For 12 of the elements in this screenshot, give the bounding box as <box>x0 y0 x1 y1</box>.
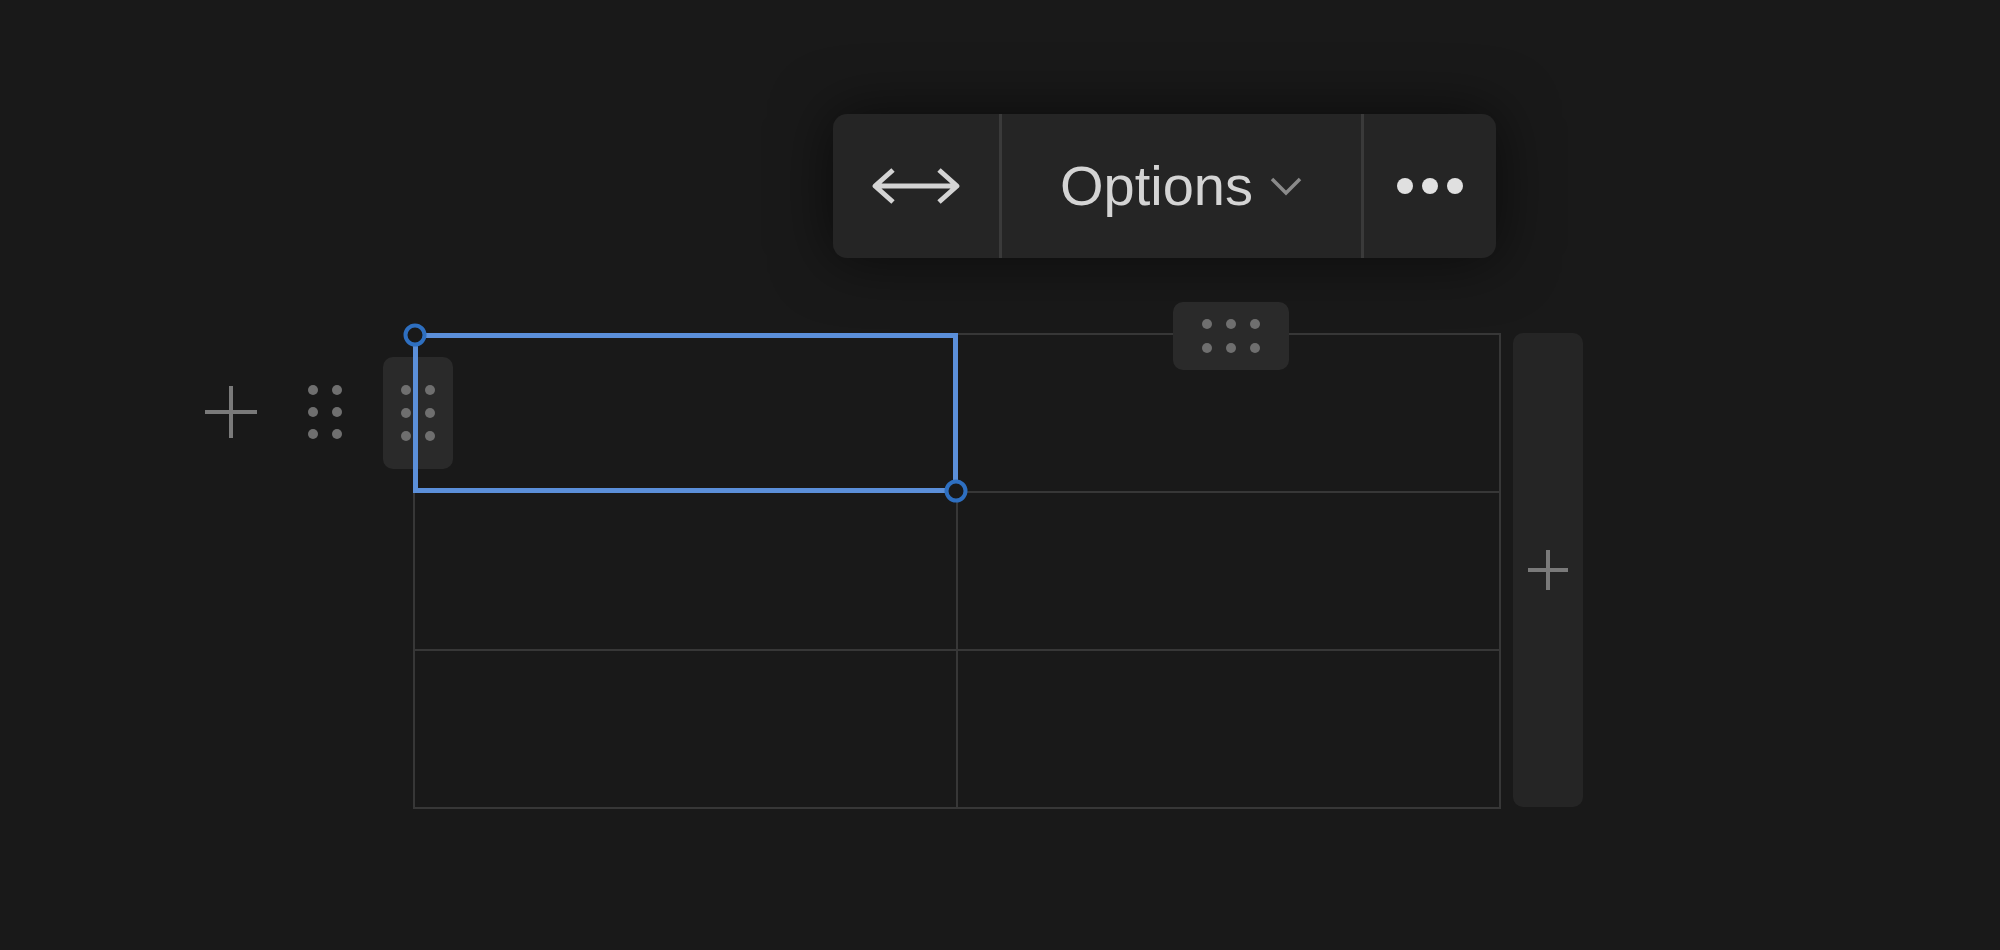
selection-handle-icon[interactable] <box>944 479 968 503</box>
chevron-down-icon <box>1269 176 1303 196</box>
drag-handle-icon[interactable] <box>305 382 345 442</box>
more-icon <box>1395 176 1465 196</box>
cell-selection[interactable] <box>403 323 968 503</box>
drag-handle-icon <box>398 382 438 444</box>
row-handle[interactable] <box>383 357 453 469</box>
plus-icon <box>1526 548 1570 592</box>
drag-handle-icon <box>1199 316 1263 356</box>
selection-handle-icon[interactable] <box>403 323 427 347</box>
column-handle[interactable] <box>1173 302 1289 370</box>
options-button[interactable]: Options <box>999 114 1361 258</box>
